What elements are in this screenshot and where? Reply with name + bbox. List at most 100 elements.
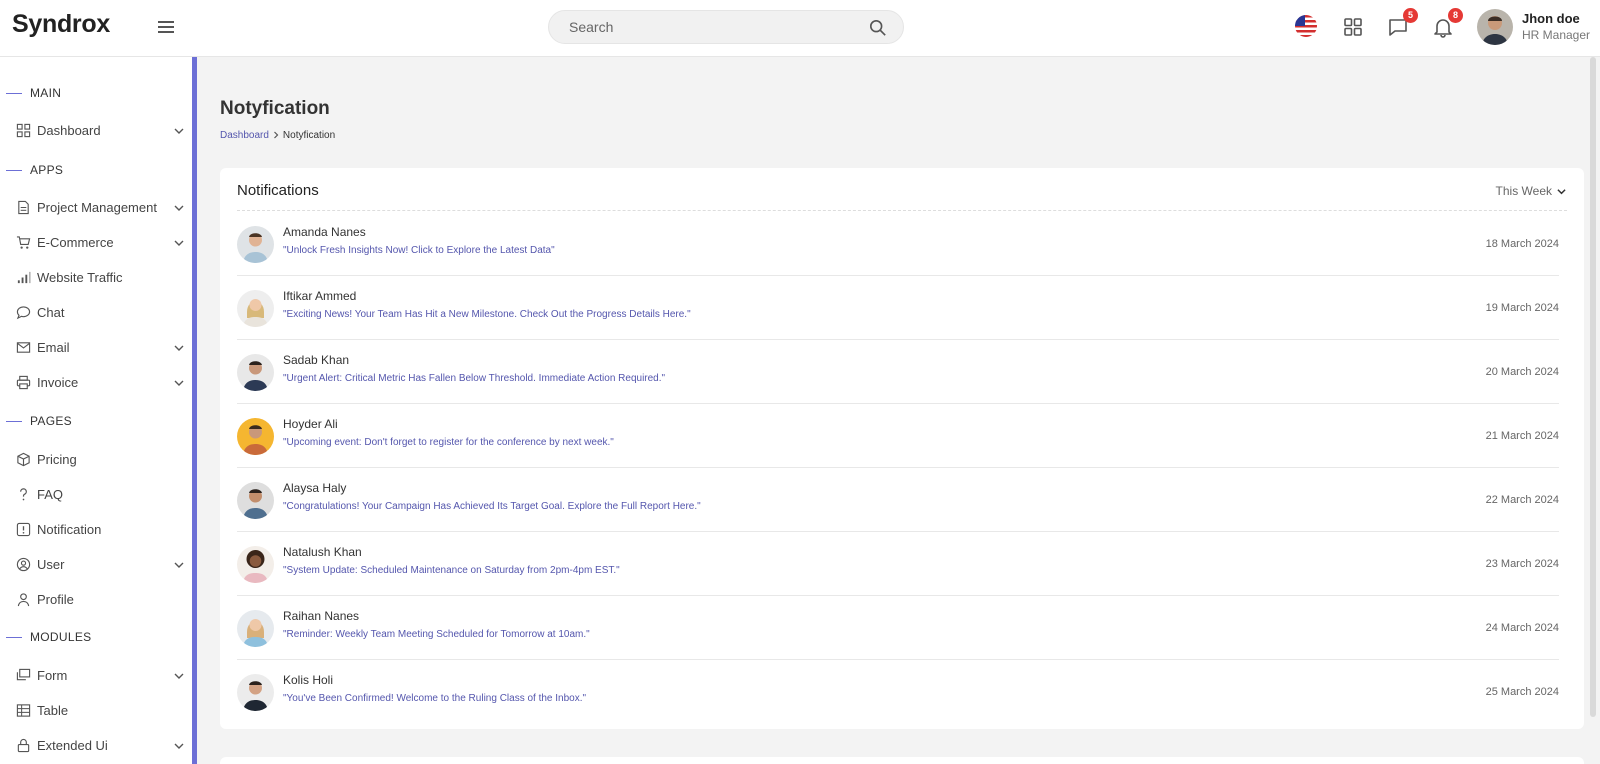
card-divider xyxy=(237,210,1567,211)
period-filter-dropdown[interactable]: This Week xyxy=(1496,184,1566,198)
avatar xyxy=(237,482,274,519)
search-icon[interactable] xyxy=(869,19,887,37)
section-modules: MODULES xyxy=(6,630,91,644)
sidebar-item-label: Chat xyxy=(37,305,65,320)
notifications-button[interactable]: 8 xyxy=(1431,8,1463,39)
breadcrumb: Dashboard Notyfication xyxy=(220,130,335,141)
user-name[interactable]: Jhon doe xyxy=(1522,11,1580,26)
sidebar-item-profile[interactable]: Profile xyxy=(16,589,186,611)
box-icon xyxy=(17,452,30,467)
sidebar-item-label: Notification xyxy=(37,522,102,537)
chevron-down-icon xyxy=(174,562,184,568)
notification-message[interactable]: "Unlock Fresh Insights Now! Click to Exp… xyxy=(283,245,555,256)
notification-date: 21 March 2024 xyxy=(1485,430,1559,442)
notification-date: 25 March 2024 xyxy=(1485,686,1559,698)
notification-row[interactable]: Sadab Khan "Urgent Alert: Critical Metri… xyxy=(237,340,1559,404)
notification-sender: Raihan Nanes xyxy=(283,609,360,623)
avatar xyxy=(237,354,274,391)
sidebar-item-user[interactable]: User xyxy=(16,554,186,576)
chat-icon xyxy=(16,306,31,320)
notification-row[interactable]: Kolis Holi "You've Been Confirmed! Welco… xyxy=(237,660,1559,724)
sidebar-item-notification[interactable]: Notification xyxy=(16,519,186,541)
sidebar-item-email[interactable]: Email xyxy=(16,337,186,359)
notification-date: 24 March 2024 xyxy=(1485,622,1559,634)
notification-row[interactable]: Iftikar Ammed "Exciting News! Your Team … xyxy=(237,276,1559,340)
sidebar-item-project-management[interactable]: Project Management xyxy=(16,197,186,219)
breadcrumb-dashboard-link[interactable]: Dashboard xyxy=(220,130,269,141)
section-main: MAIN xyxy=(6,86,61,100)
notifications-badge: 8 xyxy=(1448,8,1463,23)
chevron-down-icon xyxy=(174,205,184,211)
top-header: Syndrox 5 8 Jhon doe HR Manager xyxy=(0,0,1600,57)
sidebar-item-label: Project Management xyxy=(37,200,157,215)
notification-sender: Sadab Khan xyxy=(283,353,350,367)
chevron-down-icon xyxy=(174,345,184,351)
messages-button[interactable]: 5 xyxy=(1386,8,1418,39)
sidebar-item-label: Form xyxy=(37,668,68,683)
sidebar-item-invoice[interactable]: Invoice xyxy=(16,372,186,394)
avatar xyxy=(237,290,274,327)
card-title: Notifications xyxy=(237,182,319,199)
notification-row[interactable]: Alaysa Haly "Congratulations! Your Campa… xyxy=(237,468,1559,532)
sidebar-item-label: Extended Ui xyxy=(37,738,108,753)
notification-message[interactable]: "Reminder: Weekly Team Meeting Scheduled… xyxy=(283,629,590,640)
notification-message[interactable]: "Congratulations! Your Campaign Has Achi… xyxy=(283,501,701,512)
question-icon xyxy=(20,488,27,501)
chevron-down-icon xyxy=(1557,189,1566,195)
search-input[interactable] xyxy=(569,11,859,43)
notification-date: 19 March 2024 xyxy=(1485,302,1559,314)
notification-sender: Kolis Holi xyxy=(283,673,334,687)
apps-grid-icon[interactable] xyxy=(1341,15,1365,39)
chevron-down-icon xyxy=(174,673,184,679)
sidebar-item-pricing[interactable]: Pricing xyxy=(16,449,186,471)
sidebar-item-extended-ui[interactable]: Extended Ui xyxy=(16,735,186,757)
sidebar-item-table[interactable]: Table xyxy=(16,700,186,722)
sidebar-item-e-commerce[interactable]: E-Commerce xyxy=(16,232,186,254)
sidebar-item-faq[interactable]: FAQ xyxy=(16,484,186,506)
sidebar-item-label: Website Traffic xyxy=(37,270,123,285)
sidebar-item-form[interactable]: Form xyxy=(16,665,186,687)
chevron-right-icon xyxy=(273,131,279,139)
sidebar-item-website-traffic[interactable]: Website Traffic xyxy=(16,267,186,289)
us-flag-icon[interactable] xyxy=(1295,15,1317,37)
brand-logo[interactable]: Syndrox xyxy=(12,10,110,39)
sidebar-item-label: User xyxy=(37,557,65,572)
notification-sender: Iftikar Ammed xyxy=(283,289,357,303)
grid-icon xyxy=(16,123,31,138)
avatar xyxy=(237,418,274,455)
user-role: HR Manager xyxy=(1522,28,1591,42)
notification-sender: Alaysa Haly xyxy=(283,481,347,495)
sidebar-item-label: Invoice xyxy=(37,375,79,390)
notification-message[interactable]: "Exciting News! Your Team Has Hit a New … xyxy=(283,309,691,320)
notification-date: 20 March 2024 xyxy=(1485,366,1559,378)
notification-message[interactable]: "Upcoming event: Don't forget to registe… xyxy=(283,437,614,448)
menu-toggle-icon[interactable] xyxy=(156,18,176,38)
sidebar-item-label: FAQ xyxy=(37,487,64,502)
form-icon xyxy=(16,668,31,681)
notification-row[interactable]: Hoyder Ali "Upcoming event: Don't forget… xyxy=(237,404,1559,468)
messages-badge: 5 xyxy=(1403,8,1418,23)
notification-message[interactable]: "System Update: Scheduled Maintenance on… xyxy=(283,565,620,576)
avatar xyxy=(237,546,274,583)
chevron-down-icon xyxy=(174,128,184,134)
sidebar-item-label: E-Commerce xyxy=(37,235,114,250)
notification-message[interactable]: "Urgent Alert: Critical Metric Has Falle… xyxy=(283,373,665,384)
person-icon xyxy=(17,593,30,607)
mail-icon xyxy=(16,342,31,353)
sidebar-item-chat[interactable]: Chat xyxy=(16,302,186,324)
page-scrollbar[interactable] xyxy=(1590,57,1596,717)
chevron-down-icon xyxy=(174,380,184,386)
lock-icon xyxy=(17,738,30,753)
notification-sender: Hoyder Ali xyxy=(283,417,338,431)
notification-message[interactable]: "You've Been Confirmed! Welcome to the R… xyxy=(283,693,586,704)
breadcrumb-current: Notyfication xyxy=(282,130,336,141)
next-card-edge xyxy=(220,757,1584,764)
user-avatar[interactable] xyxy=(1477,9,1513,45)
notification-row[interactable]: Natalush Khan "System Update: Scheduled … xyxy=(237,532,1559,596)
notification-row[interactable]: Raihan Nanes "Reminder: Weekly Team Meet… xyxy=(237,596,1559,660)
notification-row[interactable]: Amanda Nanes "Unlock Fresh Insights Now!… xyxy=(237,212,1559,276)
notification-sender: Amanda Nanes xyxy=(283,225,366,239)
sidebar-item-dashboard[interactable]: Dashboard xyxy=(16,120,186,142)
sidebar-item-label: Dashboard xyxy=(37,123,101,138)
notification-sender: Natalush Khan xyxy=(283,545,362,559)
